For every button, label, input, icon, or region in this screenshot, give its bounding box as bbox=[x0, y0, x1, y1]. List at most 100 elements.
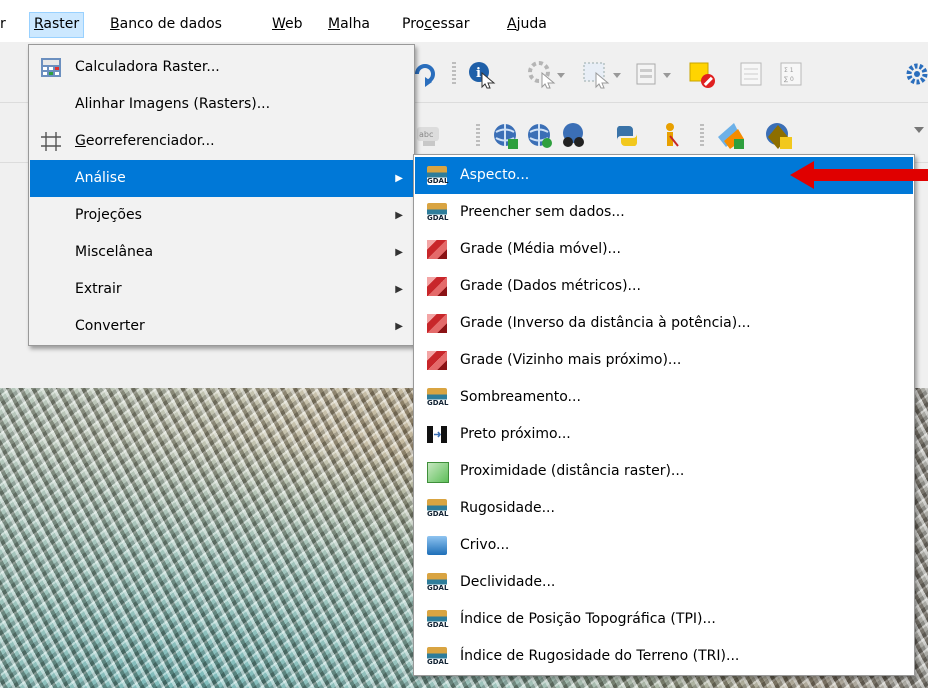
menu-item-grade-inverso-distancia[interactable]: Grade (Inverso da distância à potência).… bbox=[415, 305, 913, 342]
add-wms-layer-icon[interactable] bbox=[492, 122, 518, 149]
gdal-icon: GDAL bbox=[427, 203, 448, 222]
toolbar-separator bbox=[476, 124, 480, 148]
menu-item-label: Grade (Dados métricos)... bbox=[460, 278, 641, 294]
action-icon[interactable] bbox=[528, 61, 556, 89]
add-vector-layer-icon[interactable] bbox=[716, 121, 744, 149]
identify-features-icon[interactable]: i bbox=[468, 61, 496, 89]
label-tool-icon[interactable]: abc bbox=[415, 123, 441, 149]
menu-item-label: Análise bbox=[75, 170, 126, 186]
menu-item-label: Preto próximo... bbox=[460, 426, 571, 442]
menu-item-converter[interactable]: Converter ▶ bbox=[30, 308, 413, 345]
menu-processar[interactable]: Processar bbox=[398, 12, 473, 36]
chevron-down-icon[interactable] bbox=[612, 68, 622, 94]
menu-item-label: Calculadora Raster... bbox=[75, 59, 220, 75]
menu-item-declividade[interactable]: GDAL Declividade... bbox=[415, 564, 913, 601]
menu-ajuda[interactable]: Ajuda bbox=[503, 12, 551, 36]
toolbar-overflow-icon[interactable] bbox=[912, 121, 928, 147]
menu-item-label: Converter bbox=[75, 318, 145, 334]
menu-item-georeferencer[interactable]: Georreferenciador... bbox=[30, 123, 413, 160]
menu-item-projecoes[interactable]: Projeções ▶ bbox=[30, 197, 413, 234]
toolbar-separator bbox=[700, 124, 704, 148]
menu-item-extrair[interactable]: Extrair ▶ bbox=[30, 271, 413, 308]
menu-item-preto-proximo[interactable]: Preto próximo... bbox=[415, 416, 913, 453]
menu-item-crivo[interactable]: Crivo... bbox=[415, 527, 913, 564]
menu-item-raster-calculator[interactable]: Calculadora Raster... bbox=[30, 49, 413, 86]
menu-item-miscelanea[interactable]: Miscelânea ▶ bbox=[30, 234, 413, 271]
submenu-arrow-icon: ▶ bbox=[395, 173, 403, 184]
svg-text:i: i bbox=[476, 66, 481, 81]
menu-item-label: Miscelânea bbox=[75, 244, 154, 260]
menu-item-label: Rugosidade... bbox=[460, 500, 555, 516]
person-tool-icon[interactable] bbox=[660, 122, 686, 148]
python-console-icon[interactable] bbox=[614, 122, 640, 148]
proximity-icon bbox=[427, 462, 449, 483]
grid-icon bbox=[427, 314, 447, 333]
svg-text:∑ 0: ∑ 0 bbox=[784, 76, 794, 83]
chevron-down-icon[interactable] bbox=[556, 68, 566, 94]
menu-item-rugosidade[interactable]: GDAL Rugosidade... bbox=[415, 490, 913, 527]
menu-item-tpi[interactable]: GDAL Índice de Posição Topográfica (TPI)… bbox=[415, 601, 913, 638]
add-wfs-layer-icon[interactable] bbox=[526, 122, 552, 148]
raster-menu: Calculadora Raster... Alinhar Imagens (R… bbox=[28, 44, 415, 346]
gdal-icon: GDAL bbox=[427, 166, 448, 185]
new-layer-icon[interactable] bbox=[764, 121, 792, 149]
menu-item-label: Georreferenciador... bbox=[75, 133, 215, 149]
menu-item-tri[interactable]: GDAL Índice de Rugosidade do Terreno (TR… bbox=[415, 638, 913, 675]
svg-text:abc: abc bbox=[419, 130, 433, 139]
menu-item-label: Alinhar Imagens (Rasters)... bbox=[75, 96, 271, 112]
deselect-icon[interactable] bbox=[688, 61, 715, 88]
gdal-icon: GDAL bbox=[427, 647, 448, 666]
menu-item-align-rasters[interactable]: Alinhar Imagens (Rasters)... bbox=[30, 86, 413, 123]
refresh-icon[interactable] bbox=[412, 61, 438, 87]
gdal-icon: GDAL bbox=[427, 610, 448, 629]
menu-item-label: Projeções bbox=[75, 207, 142, 223]
nearblack-icon bbox=[427, 425, 447, 444]
menu-item-label: Sombreamento... bbox=[460, 389, 581, 405]
gdal-icon: GDAL bbox=[427, 388, 448, 407]
menu-item-label: Grade (Média móvel)... bbox=[460, 241, 621, 257]
sieve-icon bbox=[427, 536, 447, 555]
menu-item-label: Extrair bbox=[75, 281, 122, 297]
menu-item-label: Índice de Rugosidade do Terreno (TRI)... bbox=[460, 648, 740, 664]
select-by-value-icon[interactable] bbox=[634, 61, 660, 87]
submenu-arrow-icon: ▶ bbox=[395, 210, 403, 221]
submenu-arrow-icon: ▶ bbox=[395, 321, 403, 332]
menu-item-proximidade[interactable]: Proximidade (distância raster)... bbox=[415, 453, 913, 490]
menu-bar: r Raster Banco de dados Web Malha Proces… bbox=[0, 0, 928, 42]
menu-item-analise[interactable]: Análise ▶ bbox=[30, 160, 413, 197]
menu-item-grade-media-movel[interactable]: Grade (Média móvel)... bbox=[415, 231, 913, 268]
metasearch-icon[interactable] bbox=[560, 122, 586, 148]
menu-item-grade-vizinho-proximo[interactable]: Grade (Vizinho mais próximo)... bbox=[415, 342, 913, 379]
statistics-icon[interactable]: Σ 1 ∑ 0 bbox=[778, 61, 804, 87]
gdal-icon: GDAL bbox=[427, 573, 448, 592]
menu-item-label: Crivo... bbox=[460, 537, 510, 553]
grid-icon bbox=[427, 240, 447, 259]
analysis-submenu: GDAL Aspecto... GDAL Preencher sem dados… bbox=[413, 154, 915, 676]
raster-calculator-icon bbox=[41, 58, 61, 77]
svg-text:Σ 1: Σ 1 bbox=[784, 67, 794, 74]
red-annotation-arrow-icon bbox=[790, 161, 928, 189]
gear-icon[interactable] bbox=[904, 61, 928, 87]
attribute-table-icon[interactable] bbox=[738, 61, 764, 87]
submenu-arrow-icon: ▶ bbox=[395, 247, 403, 258]
menu-item-label: Preencher sem dados... bbox=[460, 204, 625, 220]
menu-item-label: Proximidade (distância raster)... bbox=[460, 463, 685, 479]
georeferencer-icon bbox=[41, 132, 61, 151]
menu-previous-cut[interactable]: r bbox=[0, 12, 10, 36]
menu-malha[interactable]: Malha bbox=[324, 12, 374, 36]
menu-item-sombreamento[interactable]: GDAL Sombreamento... bbox=[415, 379, 913, 416]
menu-banco-de-dados[interactable]: Banco de dados bbox=[106, 12, 226, 36]
menu-item-label: Grade (Vizinho mais próximo)... bbox=[460, 352, 682, 368]
menu-web[interactable]: Web bbox=[268, 12, 307, 36]
menu-item-preencher-sem-dados[interactable]: GDAL Preencher sem dados... bbox=[415, 194, 913, 231]
toolbar-separator bbox=[452, 62, 456, 86]
chevron-down-icon[interactable] bbox=[662, 68, 672, 94]
menu-item-grade-dados-metricos[interactable]: Grade (Dados métricos)... bbox=[415, 268, 913, 305]
menu-item-label: Aspecto... bbox=[460, 167, 530, 183]
menu-item-label: Índice de Posição Topográfica (TPI)... bbox=[460, 611, 716, 627]
gdal-icon: GDAL bbox=[427, 499, 448, 518]
select-features-icon[interactable] bbox=[582, 61, 610, 89]
menu-raster[interactable]: Raster bbox=[29, 12, 85, 38]
grid-icon bbox=[427, 351, 447, 370]
grid-icon bbox=[427, 277, 447, 296]
